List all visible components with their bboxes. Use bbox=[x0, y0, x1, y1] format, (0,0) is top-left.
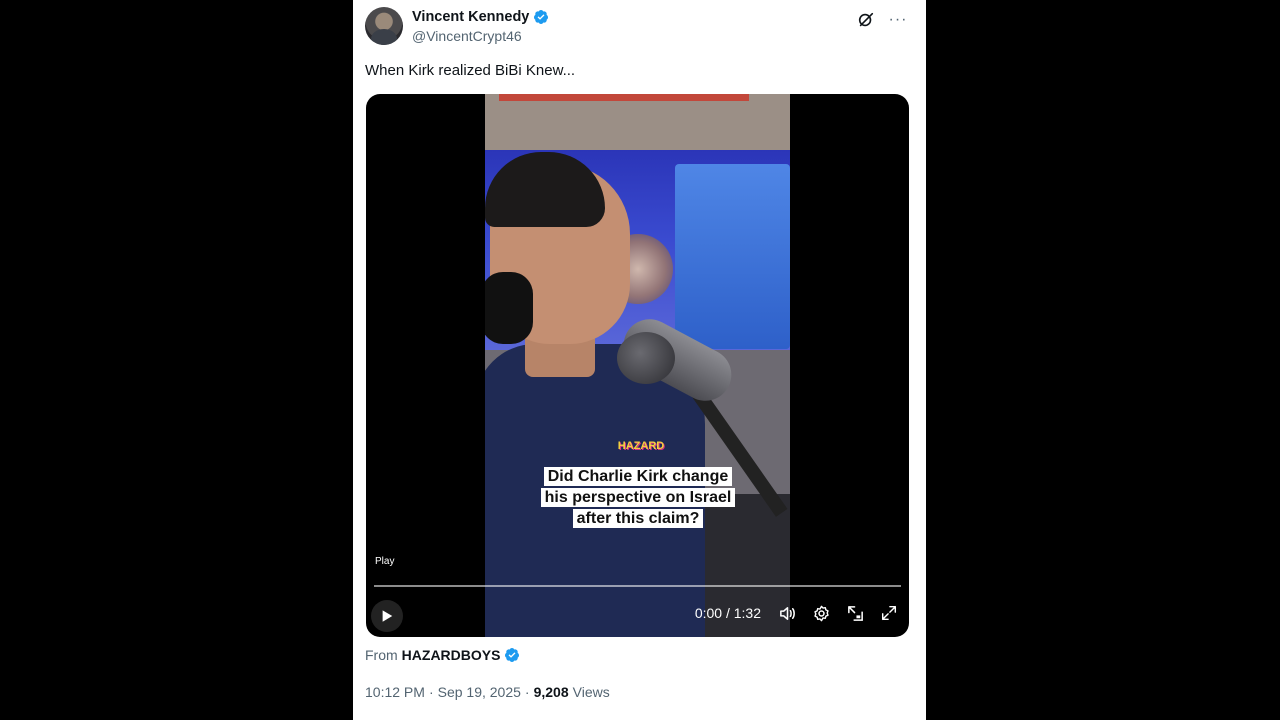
volume-icon[interactable] bbox=[777, 603, 797, 623]
video-caption-text: Did Charlie Kirk change his perspective … bbox=[540, 467, 736, 528]
play-tooltip: Play bbox=[375, 556, 395, 567]
play-button[interactable] bbox=[371, 600, 403, 632]
studio-banner bbox=[499, 94, 749, 101]
verified-badge-icon bbox=[533, 9, 549, 25]
video-player[interactable]: HAZARD BOYS Did Charlie Kirk change his … bbox=[366, 94, 909, 637]
video-progress-bar[interactable] bbox=[374, 585, 901, 587]
media-source-row: From HAZARDBOYS bbox=[365, 647, 520, 663]
video-controls: 0:00 / 1:32 bbox=[695, 603, 899, 623]
shirt-logo: HAZARD BOYS bbox=[617, 440, 665, 480]
tweet-card: Vincent Kennedy @VincentCrypt46 ··· When… bbox=[353, 0, 926, 720]
meta-separator-1: · bbox=[428, 684, 434, 700]
fullscreen-icon[interactable] bbox=[879, 603, 899, 623]
tweet-text: When Kirk realized BiBi Knew... bbox=[365, 62, 576, 79]
tweet-header: Vincent Kennedy @VincentCrypt46 ··· bbox=[365, 6, 914, 50]
views-count: 9,208 bbox=[533, 684, 569, 700]
source-verified-badge-icon bbox=[504, 647, 520, 663]
studio-panel bbox=[675, 164, 790, 349]
play-icon bbox=[382, 610, 393, 622]
video-time: 0:00 / 1:32 bbox=[694, 605, 761, 621]
video-frame: HAZARD BOYS bbox=[485, 94, 790, 637]
grok-icon[interactable] bbox=[856, 10, 876, 30]
from-label: From bbox=[365, 647, 398, 663]
settings-gear-icon[interactable] bbox=[811, 603, 831, 623]
avatar[interactable] bbox=[365, 7, 403, 45]
tweet-meta: 10:12 PM · Sep 19, 2025 · 9,208 Views bbox=[365, 684, 610, 700]
studio-wall-top bbox=[485, 94, 790, 152]
header-actions: ··· bbox=[856, 10, 908, 30]
more-options-icon[interactable]: ··· bbox=[888, 10, 908, 30]
author-handle[interactable]: @VincentCrypt46 bbox=[412, 28, 522, 44]
source-account-link[interactable]: HAZARDBOYS bbox=[402, 647, 501, 663]
views-label: Views bbox=[572, 684, 610, 700]
tweet-date[interactable]: Sep 19, 2025 bbox=[438, 684, 521, 700]
tweet-time[interactable]: 10:12 PM bbox=[365, 684, 425, 700]
video-caption: Did Charlie Kirk change his perspective … bbox=[536, 466, 740, 529]
microphone-head bbox=[617, 332, 675, 384]
author-name-row[interactable]: Vincent Kennedy bbox=[412, 9, 549, 25]
headphones bbox=[485, 272, 533, 344]
meta-separator-2: · bbox=[524, 684, 530, 700]
picture-in-picture-icon[interactable] bbox=[845, 603, 865, 623]
author-display-name[interactable]: Vincent Kennedy bbox=[412, 9, 529, 25]
